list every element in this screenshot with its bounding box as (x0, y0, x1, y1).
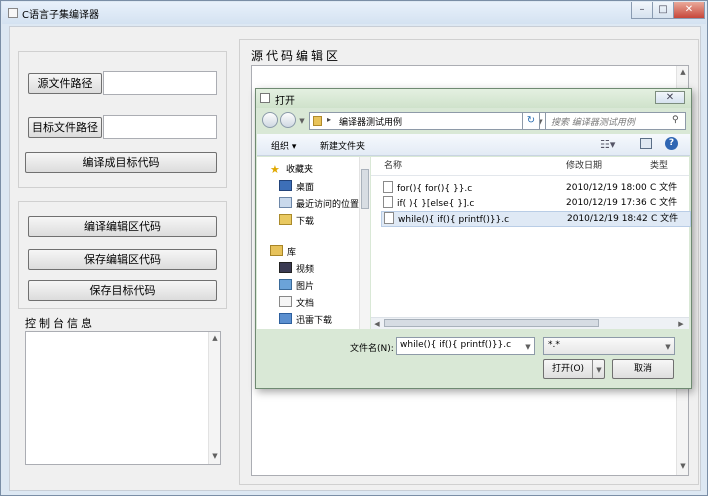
column-type[interactable]: 类型 (650, 157, 668, 175)
preview-pane-icon[interactable] (640, 138, 652, 149)
source-path-input[interactable] (103, 71, 217, 95)
nav-item-desktop[interactable]: 桌面 (279, 180, 314, 194)
scroll-down-icon[interactable]: ▼ (677, 462, 689, 470)
help-icon[interactable]: ? (665, 137, 678, 150)
dialog-title-bar[interactable]: 打开 (256, 89, 691, 108)
filetype-dropdown-icon[interactable]: ▼ (664, 343, 672, 351)
maximize-icon[interactable]: □ (652, 2, 674, 19)
nav-item-videos[interactable]: 视频 (279, 262, 314, 276)
scroll-left-icon[interactable]: ◀ (373, 320, 381, 328)
folder-icon (313, 116, 322, 126)
column-modified[interactable]: 修改日期 (566, 157, 602, 175)
filename-dropdown-icon[interactable]: ▼ (524, 343, 532, 351)
target-path-input[interactable] (103, 115, 217, 139)
picture-icon (279, 279, 292, 290)
column-name[interactable]: 名称 (384, 157, 402, 175)
open-file-dialog: 打开 ✕ ▼ ▸ 编译器测试用例 ▼ ↻ 搜索 编译器测试用例 ⚲ 组织 ▾ 新… (255, 88, 692, 389)
cancel-button[interactable]: 取消 (612, 359, 674, 379)
forward-icon[interactable] (280, 112, 296, 128)
save-target-button[interactable]: 保存目标代码 (28, 280, 217, 301)
nav-item-recent[interactable]: 最近访问的位置 (279, 197, 359, 211)
hscroll-thumb[interactable] (384, 319, 599, 327)
open-split-divider (592, 360, 593, 378)
view-options-icon[interactable]: ☷▾ (600, 138, 615, 151)
video-icon (279, 262, 292, 273)
app-icon (8, 8, 18, 18)
nav-item-downloads[interactable]: 下载 (279, 214, 314, 228)
console-scrollbar[interactable]: ▲ ▼ (208, 332, 220, 464)
address-bar[interactable]: ▸ 编译器测试用例 ▼ (309, 112, 548, 130)
editor-label: 源代码编辑区 (251, 49, 342, 63)
file-row[interactable]: for(){ for(){ }}.c 2010/12/19 18:00 C 文件 (383, 181, 687, 195)
dialog-close-icon[interactable]: ✕ (655, 91, 685, 104)
nav-item-libraries[interactable]: 库 (270, 245, 296, 259)
refresh-icon[interactable]: ↻ (522, 112, 540, 130)
scroll-down-icon[interactable]: ▼ (209, 452, 221, 460)
scroll-right-icon[interactable]: ▶ (677, 320, 685, 328)
filename-label: 文件名(N): (350, 344, 394, 354)
nav-scrollbar[interactable] (359, 157, 370, 329)
thunder-download-icon (279, 313, 292, 324)
star-icon: ★ (270, 163, 280, 176)
filetype-value: *.* (548, 340, 560, 350)
save-editor-button[interactable]: 保存编辑区代码 (28, 249, 217, 270)
filename-input[interactable]: while(){ if(){ printf()}}.c ▼ (396, 337, 535, 355)
breadcrumb-arrow-icon[interactable]: ▸ (327, 115, 331, 124)
open-options-dropdown-icon[interactable]: ▼ (594, 366, 604, 374)
c-file-icon (383, 196, 393, 208)
c-file-icon (383, 181, 393, 193)
nav-item-thunder[interactable]: 迅雷下载 (279, 313, 332, 327)
file-hscrollbar[interactable]: ◀ ▶ (371, 317, 689, 329)
nav-item-favorites[interactable]: ★ 收藏夹 (270, 163, 313, 177)
navigation-pane: ★ 收藏夹 桌面 最近访问的位置 下载 库 视频 图片 文档 迅雷下载 (257, 157, 370, 329)
scroll-up-icon[interactable]: ▲ (677, 68, 689, 76)
search-placeholder: 搜索 编译器测试用例 (551, 118, 635, 128)
console-output[interactable]: ▲ ▼ (25, 331, 221, 465)
dialog-app-icon (260, 93, 270, 103)
header-divider (371, 175, 689, 176)
title-bar[interactable]: C语言子集编译器 (2, 2, 706, 24)
console-label: 控制台信息 (25, 317, 95, 330)
back-icon[interactable] (262, 112, 278, 128)
search-input[interactable]: 搜索 编译器测试用例 ⚲ (545, 112, 686, 130)
scroll-up-icon[interactable]: ▲ (209, 334, 221, 342)
file-row[interactable]: if( ){ }[else{ }].c 2010/12/19 17:36 C 文… (383, 196, 687, 210)
compile-to-target-button[interactable]: 编译成目标代码 (25, 152, 217, 173)
minimize-icon[interactable]: – (631, 2, 653, 19)
organize-menu[interactable]: 组织 ▾ (271, 139, 296, 152)
new-folder-button[interactable]: 新建文件夹 (320, 139, 365, 152)
open-button[interactable]: 打开(O) ▼ (543, 359, 605, 379)
window-title: C语言子集编译器 (22, 10, 99, 21)
address-crumb[interactable]: 编译器测试用例 (339, 115, 402, 128)
dialog-toolbar: 组织 ▾ 新建文件夹 ☷▾ ? (257, 134, 690, 156)
close-icon[interactable]: ✕ (673, 2, 705, 19)
nav-scroll-thumb[interactable] (361, 169, 369, 209)
filetype-select[interactable]: *.* ▼ (543, 337, 675, 355)
dialog-title: 打开 (275, 96, 295, 107)
file-row-selected[interactable]: while(){ if(){ printf()}}.c 2010/12/19 1… (381, 211, 691, 227)
source-path-button[interactable]: 源文件路径 (28, 73, 102, 94)
document-icon (279, 296, 292, 307)
desktop-icon (279, 180, 292, 191)
c-file-icon (384, 212, 394, 224)
library-icon (270, 245, 283, 256)
filename-value: while(){ if(){ printf()}}.c (400, 340, 512, 350)
file-list-pane: 名称 修改日期 类型 for(){ for(){ }}.c 2010/12/19… (371, 157, 691, 317)
nav-item-pictures[interactable]: 图片 (279, 279, 314, 293)
compile-editor-button[interactable]: 编译编辑区代码 (28, 216, 217, 237)
nav-item-documents[interactable]: 文档 (279, 296, 314, 310)
download-folder-icon (279, 214, 292, 225)
search-icon[interactable]: ⚲ (672, 115, 679, 125)
history-dropdown-icon[interactable]: ▼ (298, 117, 306, 125)
target-path-button[interactable]: 目标文件路径 (28, 117, 102, 138)
recent-places-icon (279, 197, 292, 208)
